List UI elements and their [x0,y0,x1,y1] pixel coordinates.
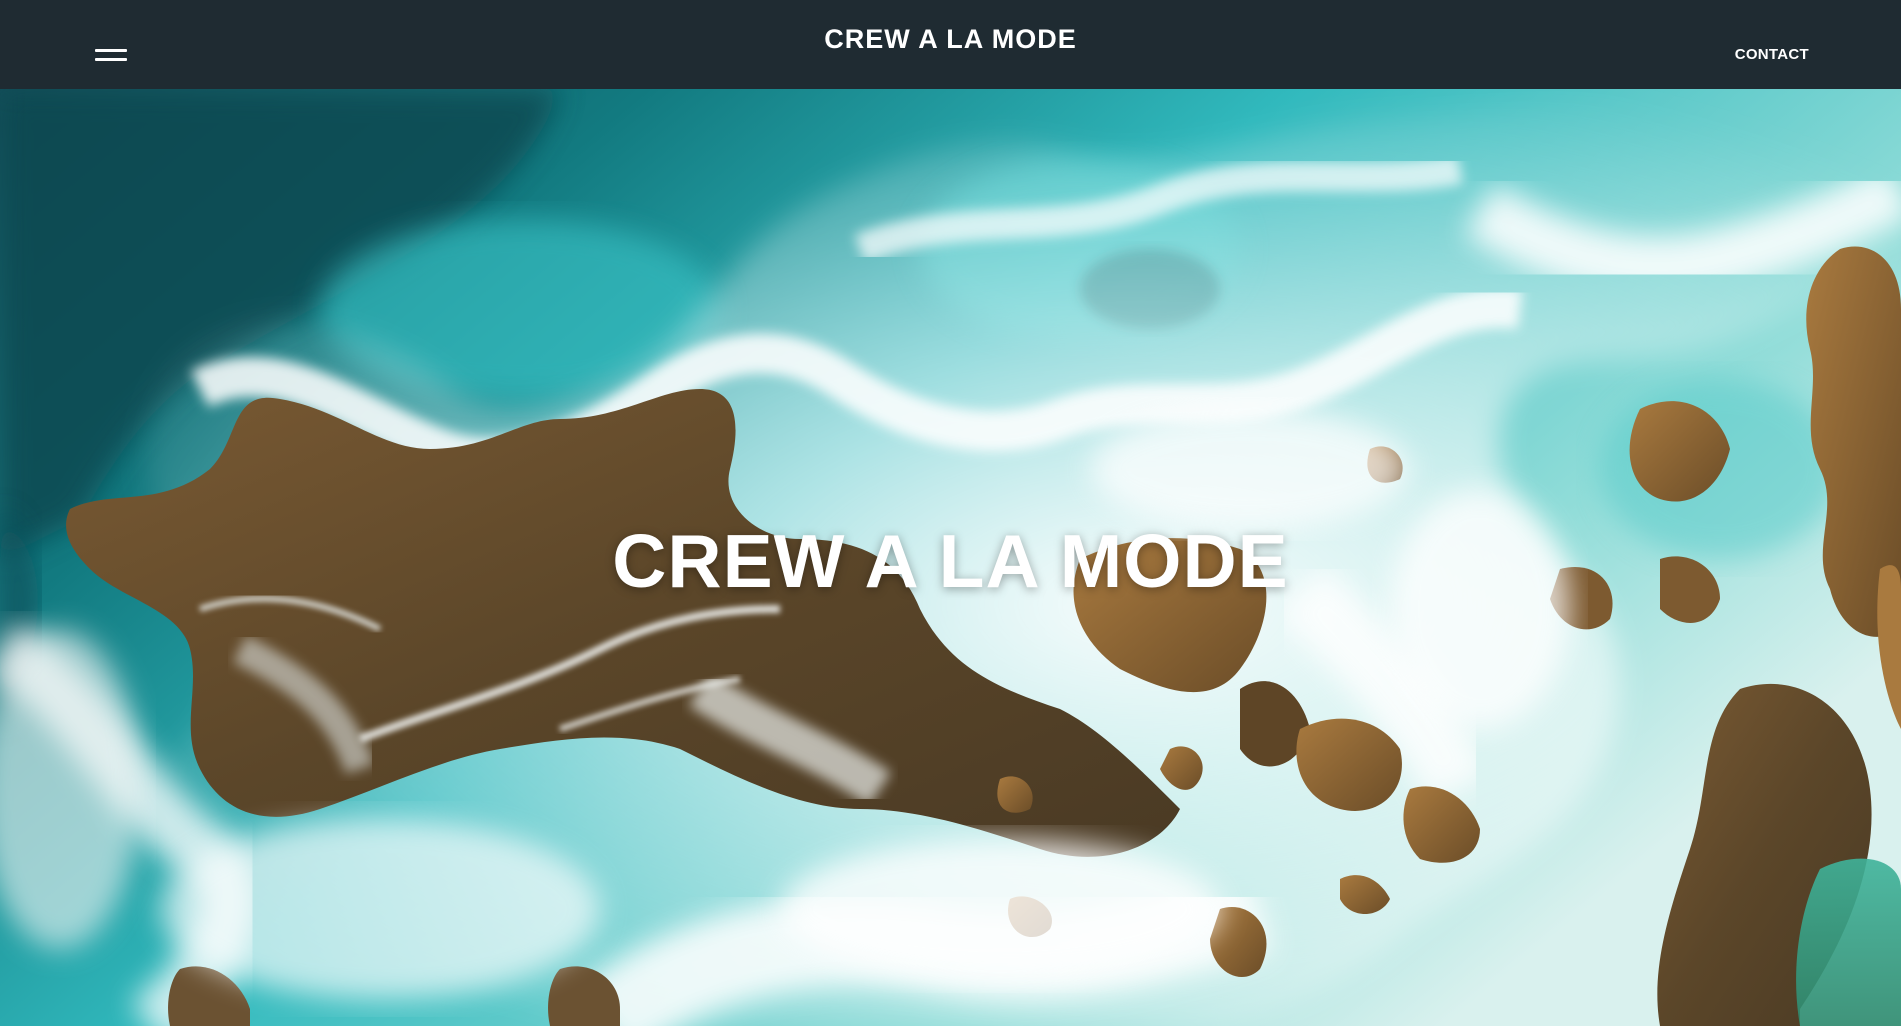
hero-section: CREW A LA MODE [0,89,1901,1026]
site-logo-link[interactable]: CREW A LA MODE [824,24,1076,54]
menu-button[interactable] [90,46,132,70]
hero-title: CREW A LA MODE [612,519,1289,604]
contact-link[interactable]: CONTACT [1735,46,1809,63]
site-logo: CREW A LA MODE [0,24,1901,55]
site-header: CREW A LA MODE CONTACT [0,0,1901,89]
page: CREW A LA MODE CONTACT CREW A LA MODE [0,0,1901,1026]
